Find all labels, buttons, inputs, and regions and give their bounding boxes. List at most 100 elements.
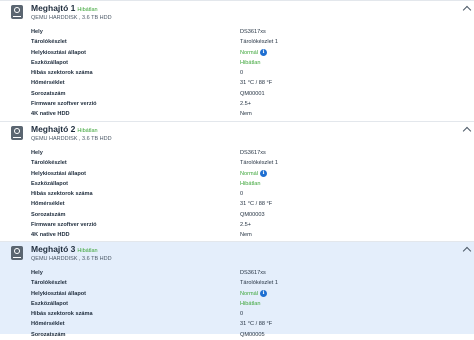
detail-label: Hibás szektorok száma [31,311,93,318]
drive-title: Meghajtó 3 Hibátlan [31,244,98,254]
detail-value: Tárolókészlet 1 [240,160,278,167]
allocation-status: Normál [240,290,259,297]
detail-value: Tárolókészlet 1 [240,280,278,287]
detail-row-4k-native: 4K native HDD Nem [0,109,474,119]
detail-row-health: Eszközállapot Hibátlan [0,299,474,309]
drive-subtitle: QEMU HARDDISK , 3.6 TB HDD [31,256,112,262]
detail-row-temperature: Hőmérséklet 31 °C / 88 °F [0,78,474,88]
detail-value: 0 [240,70,244,77]
drive-subtitle: QEMU HARDDISK , 3.6 TB HDD [31,136,112,142]
detail-label: Sorozatszám [31,211,66,218]
chevron-up-icon[interactable] [462,126,472,136]
info-icon[interactable]: i [260,169,268,177]
drive-header[interactable]: Meghajtó 2 Hibátlan QEMU HARDDISK , 3.6 T… [0,122,474,148]
drive-panel-1[interactable]: Meghajtó 1 Hibátlan QEMU HARDDISK , 3.6 T… [0,0,474,120]
detail-value: 31 °C / 88 °F [240,321,273,328]
detail-value: 2.5+ [240,222,252,229]
drive-status: Hibátlan [77,128,98,134]
detail-row-pool: Tárolókészlet Tárolókészlet 1 [0,158,474,168]
detail-label: Tárolókészlet [31,160,67,167]
detail-label: Firmware szoftver verzió [31,101,97,108]
chevron-up-icon[interactable] [462,246,472,256]
chevron-up-icon[interactable] [462,5,472,15]
detail-row-location: Hely DS3617xs [0,148,474,158]
detail-row-4k-native: 4K native HDD Nem [0,230,474,240]
detail-label: Helykiosztási állapot [31,49,87,56]
detail-value: 31 °C / 88 °F [240,201,273,208]
detail-row-pool: Tárolókészlet Tárolókészlet 1 [0,37,474,47]
drive-name: Meghajtó 1 [31,3,76,13]
drive-subtitle: QEMU HARDDISK , 3.6 TB HDD [31,15,112,21]
detail-label: Eszközállapot [31,180,68,187]
detail-label: Hely [31,270,43,276]
allocation-status: Normál [240,49,259,56]
drive-panel-2[interactable]: Meghajtó 2 Hibátlan QEMU HARDDISK , 3.6 T… [0,121,474,241]
detail-row-allocation: Helykiosztási állapot Normál i [0,169,474,179]
detail-value: 31 °C / 88 °F [240,80,273,87]
detail-row-bad-sectors: Hibás szektorok száma 0 [0,68,474,78]
info-icon[interactable]: i [260,289,268,297]
detail-value: QM00001 [240,90,265,97]
drive-name: Meghajtó 3 [31,244,76,254]
detail-row-health: Eszközállapot Hibátlan [0,58,474,68]
detail-label: Firmware szoftver verzió [31,222,97,229]
detail-row-bad-sectors: Hibás szektorok száma 0 [0,189,474,199]
detail-row-pool: Tárolókészlet Tárolókészlet 1 [0,278,474,288]
detail-label: 4K native HDD [31,111,70,118]
detail-value: 0 [240,191,244,198]
drive-header[interactable]: Meghajtó 1 Hibátlan QEMU HARDDISK , 3.6 T… [0,1,474,27]
detail-row-health: Eszközállapot Hibátlan [0,179,474,189]
drive-header[interactable]: Meghajtó 3 Hibátlan QEMU HARDDISK , 3.6 T… [0,242,474,268]
detail-value: QM00005 [240,331,265,338]
detail-row-firmware: Firmware szoftver verzió 2.5+ [0,99,474,109]
detail-value: 2.5+ [240,101,252,108]
drive-title: Meghajtó 1 Hibátlan [31,3,98,13]
detail-label: Eszközállapot [31,59,68,66]
detail-value: Hibátlan [240,59,261,66]
detail-row-location: Hely DS3617xs [0,27,474,37]
drive-status: Hibátlan [77,7,98,13]
detail-label: Hibás szektorok száma [31,191,93,198]
detail-row-allocation: Helykiosztási állapot Normál i [0,289,474,299]
drive-details: Hely DS3617xs Tárolókészlet Tárolókészlet … [0,27,474,120]
detail-row-location: Hely DS3617xs [0,268,474,278]
detail-label: Hibás szektorok száma [31,70,93,77]
detail-row-firmware: Firmware szoftver verzió 2.5+ [0,220,474,230]
drive-panel-3[interactable]: Meghajtó 3 Hibátlan QEMU HARDDISK , 3.6 T… [0,241,474,338]
detail-label: Helykiosztási állapot [31,290,87,297]
detail-value: Nem [240,111,252,118]
drive-status: Hibátlan [77,248,98,254]
detail-value: Normál i [240,48,268,58]
detail-value: Nem [240,232,252,239]
detail-label: 4K native HDD [31,232,70,239]
detail-value: 0 [240,311,244,318]
info-icon[interactable]: i [260,48,268,56]
detail-row-temperature: Hőmérséklet 31 °C / 88 °F [0,319,474,329]
detail-value: DS3617xs [240,270,266,276]
hdd-icon [11,126,23,140]
detail-value: Normál i [240,289,268,299]
detail-value: Normál i [240,169,268,179]
drive-details: Hely DS3617xs Tárolókészlet Tárolókészlet … [0,268,474,340]
hdd-icon [11,246,23,260]
detail-value: QM00003 [240,211,265,218]
detail-row-serial: Sorozatszám QM00001 [0,89,474,99]
detail-value: Tárolókészlet 1 [240,39,278,46]
detail-label: Sorozatszám [31,90,66,97]
detail-value: DS3617xs [240,150,266,156]
detail-label: Hőmérséklet [31,321,65,328]
detail-value: Hibátlan [240,180,261,187]
allocation-status: Normál [240,170,259,177]
detail-label: Hely [31,29,43,35]
detail-label: Hőmérséklet [31,80,65,87]
drive-name: Meghajtó 2 [31,124,76,134]
detail-row-bad-sectors: Hibás szektorok száma 0 [0,309,474,319]
drive-title: Meghajtó 2 Hibátlan [31,124,98,134]
detail-row-serial: Sorozatszám QM00003 [0,210,474,220]
detail-value: Hibátlan [240,300,261,307]
detail-row-temperature: Hőmérséklet 31 °C / 88 °F [0,199,474,209]
detail-label: Sorozatszám [31,331,66,338]
detail-label: Tárolókészlet [31,39,67,46]
detail-label: Tárolókészlet [31,280,67,287]
detail-row-allocation: Helykiosztási állapot Normál i [0,48,474,58]
